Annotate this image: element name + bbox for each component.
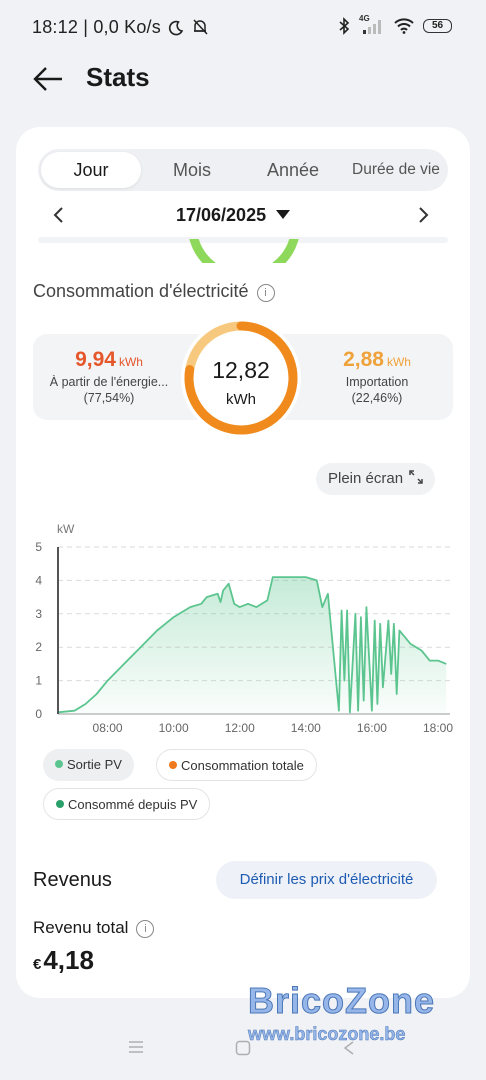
- revenue-total-label: Revenu total i: [33, 918, 155, 938]
- x-tick-label: 10:00: [159, 721, 189, 735]
- pv-consumption-value: 9,94 kWh: [33, 348, 185, 372]
- y-axis-unit: kW: [57, 522, 75, 536]
- tab-annee[interactable]: Année: [243, 152, 343, 188]
- x-tick-label: 18:00: [423, 721, 453, 735]
- status-right: 4G 56: [338, 14, 452, 38]
- bluetooth-icon: [339, 17, 350, 35]
- x-tick-label: 14:00: [291, 721, 321, 735]
- wifi-icon: [394, 18, 414, 34]
- status-time: 18:12 | 0,0 Ko/s: [32, 17, 161, 37]
- page-title: Stats: [86, 62, 150, 92]
- header: Stats: [0, 56, 486, 104]
- back-button[interactable]: [32, 64, 66, 94]
- pv-value: 9,94: [75, 348, 116, 371]
- menu-nav-button[interactable]: [128, 1040, 144, 1059]
- info-icon[interactable]: i: [136, 920, 155, 938]
- total-consumption-value: 12,82: [212, 357, 270, 383]
- y-tick-label: 4: [35, 573, 42, 587]
- power-chart: kW 0 1 2 3 4 5 08:00 10:00 12:00 14:00 16:00 18:00: [35, 522, 453, 735]
- legend-consommation-totale[interactable]: Consommation totale: [156, 749, 317, 781]
- moon-icon: [169, 20, 184, 36]
- y-tick-label: 1: [35, 674, 42, 688]
- x-tick-label: 08:00: [93, 721, 123, 735]
- watermark-title: BricoZone: [248, 980, 436, 1022]
- status-left: 18:12 | 0,0 Ko/s: [32, 17, 209, 38]
- date-value: 17/06/2025: [176, 205, 267, 225]
- import-value-row: 2,88 kWh: [301, 348, 453, 372]
- stats-card: Jour Mois Année Durée de vie 17/06/2025 …: [16, 127, 470, 998]
- bell-muted-icon: [193, 19, 208, 35]
- date-selector: 17/06/2025: [16, 199, 470, 235]
- series-area-sortie-pv: [58, 577, 447, 714]
- import-percent: (22,46%): [351, 391, 403, 405]
- y-tick-label: 2: [35, 640, 42, 654]
- legend-dot: [55, 760, 63, 768]
- fullscreen-button[interactable]: Plein écran: [316, 463, 436, 495]
- legend-sortie-pv[interactable]: Sortie PV: [43, 749, 134, 781]
- legend-label: Consommation totale: [181, 758, 304, 773]
- x-tick-label: 12:00: [225, 721, 255, 735]
- info-icon[interactable]: i: [256, 284, 275, 302]
- arrow-left-icon: [33, 67, 62, 91]
- tab-mois[interactable]: Mois: [142, 152, 242, 188]
- x-tick-label: 16:00: [357, 721, 387, 735]
- total-consumption-unit: kWh: [226, 391, 256, 408]
- caret-down-icon: [276, 210, 291, 219]
- y-tick-label: 0: [35, 707, 42, 721]
- pv-percent: (77,54%): [83, 391, 135, 405]
- expand-icon: [409, 470, 423, 484]
- revenue-amount: 4,18: [43, 945, 94, 975]
- revenue-total-value: €4,18: [33, 945, 94, 976]
- y-tick-label: 5: [35, 540, 42, 554]
- battery-icon: 56: [423, 19, 452, 33]
- legend-label: Consommé depuis PV: [68, 797, 198, 812]
- fullscreen-label: Plein écran: [328, 470, 404, 487]
- home-nav-button[interactable]: [235, 1040, 251, 1061]
- revenue-total-label-text: Revenu total: [33, 918, 129, 937]
- chevron-left-icon: [53, 207, 63, 223]
- revenue-title: Revenus: [33, 869, 112, 891]
- currency-symbol: €: [33, 956, 42, 973]
- import-value: 2,88: [343, 348, 384, 371]
- date-picker[interactable]: 17/06/2025: [176, 205, 291, 226]
- consumption-title: Consommation d'électricité i: [33, 281, 275, 302]
- pv-label: À partir de l'énergie...: [49, 375, 169, 389]
- legend-dot: [169, 761, 177, 769]
- scrolled-ring-arc: [189, 239, 299, 263]
- pv-unit: kWh: [118, 355, 143, 369]
- import-consumption: 2,88 kWh Importation (22,46%): [301, 334, 453, 405]
- back-triangle-icon: [343, 1041, 354, 1055]
- chevron-right-icon: [419, 207, 429, 223]
- system-nav-bar: [0, 1030, 486, 1070]
- import-unit: kWh: [386, 355, 411, 369]
- legend-consomme-depuis-pv[interactable]: Consommé depuis PV: [43, 788, 211, 820]
- period-tabs: Jour Mois Année Durée de vie: [38, 149, 448, 191]
- cellular-signal-icon: 4G: [359, 14, 385, 35]
- tab-duree-de-vie[interactable]: Durée de vie: [344, 152, 448, 188]
- home-square-icon: [235, 1040, 251, 1056]
- status-bar: 18:12 | 0,0 Ko/s 4G 56: [0, 0, 486, 52]
- menu-icon: [129, 1041, 143, 1053]
- next-day-button[interactable]: [416, 205, 430, 230]
- back-nav-button[interactable]: [342, 1040, 356, 1061]
- consumption-title-text: Consommation d'électricité: [33, 281, 249, 301]
- previous-day-button[interactable]: [52, 205, 66, 230]
- tab-jour[interactable]: Jour: [41, 152, 141, 188]
- set-price-button[interactable]: Définir les prix d'électricité: [216, 861, 437, 899]
- legend-dot: [56, 800, 64, 808]
- y-tick-label: 3: [35, 607, 42, 621]
- legend-label: Sortie PV: [67, 757, 122, 772]
- pv-consumption: 9,94 kWh À partir de l'énergie... (77,54%…: [33, 334, 185, 405]
- import-label: Importation: [345, 375, 409, 389]
